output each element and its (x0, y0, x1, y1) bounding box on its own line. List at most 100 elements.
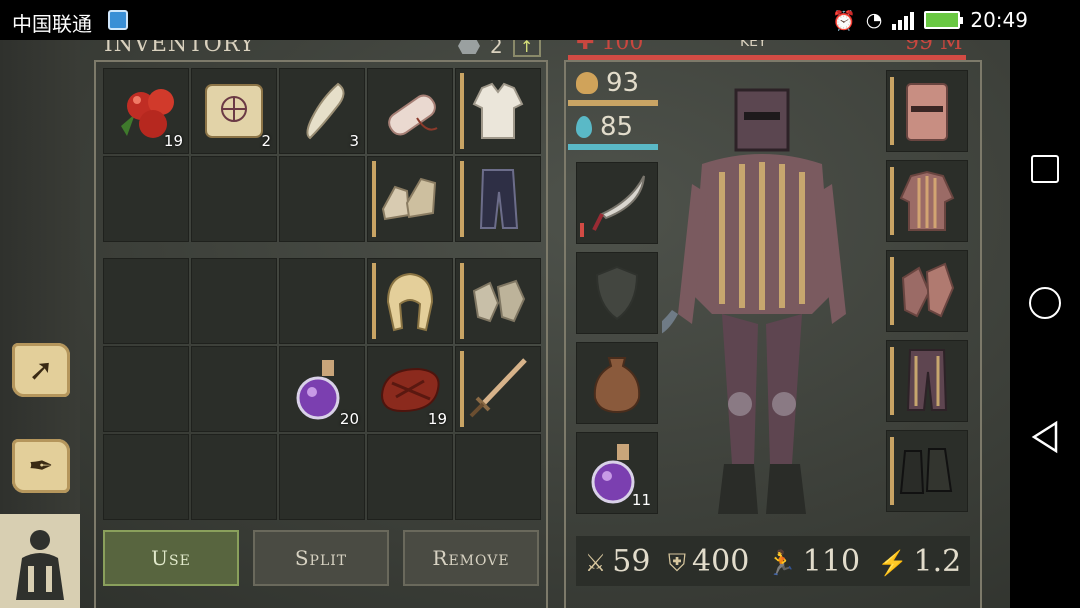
great-helm-icon (906, 83, 948, 141)
knight-character (662, 88, 846, 514)
gem-count: 2 (490, 40, 503, 58)
inventory-grid-top: 19 2 3 (103, 68, 541, 242)
inventory-title: INVENTORY (104, 40, 256, 57)
alarm-icon: ⏰ (832, 9, 856, 32)
item-quantity: 2 (261, 132, 271, 150)
slot-empty[interactable] (279, 434, 365, 520)
remove-button[interactable]: Remove (403, 530, 539, 586)
back-button[interactable] (1028, 420, 1062, 454)
body-armor-slot[interactable] (886, 160, 968, 242)
attack-stat: ⚔ 59 (584, 543, 651, 579)
chainmail-icon (899, 170, 955, 231)
signal-icon (892, 10, 915, 30)
flag-icon: ↑ (512, 40, 541, 57)
horn-icon (306, 82, 345, 140)
durability-bar (890, 437, 894, 505)
map-button[interactable]: ➚ (6, 338, 76, 402)
character-silhouette-icon (16, 530, 64, 600)
durability-bar (372, 161, 376, 237)
side-menu: ➚ ✒ (0, 40, 80, 608)
leather-boots-icon (899, 448, 953, 494)
food-value: 93 (606, 68, 640, 98)
game-screen: ➚ ✒ INVENTORY 2 ↑ 19 2 3 20 19 Use Split… (0, 40, 1010, 608)
durability-bar (460, 351, 464, 427)
boots-slot[interactable] (886, 430, 968, 512)
defense-stat: ⛨ 400 (668, 543, 750, 579)
scimitar-icon (592, 175, 645, 231)
system-status-bar: 中国联通 ⏰ ◔ 20:49 (0, 0, 1080, 40)
durability-bar (890, 257, 894, 325)
bag-slot[interactable] (576, 342, 658, 424)
slot-gloves[interactable] (455, 258, 541, 344)
home-button[interactable] (1028, 286, 1062, 320)
slot-empty[interactable] (103, 346, 189, 432)
item-quantity: 20 (339, 410, 359, 428)
slot-steak[interactable]: 19 (367, 346, 453, 432)
slot-treasure-map[interactable]: 2 (191, 68, 277, 154)
clock: 20:49 (970, 8, 1028, 32)
quests-button[interactable]: ✒ (6, 434, 76, 498)
durability-bar (460, 73, 464, 149)
inventory-tab-button[interactable] (0, 514, 80, 608)
slot-empty[interactable] (191, 434, 277, 520)
slot-empty[interactable] (191, 258, 277, 344)
slot-empty[interactable] (367, 434, 453, 520)
bandage-roll-icon (388, 94, 438, 136)
use-button[interactable]: Use (103, 530, 239, 586)
slot-leather-hood[interactable] (367, 258, 453, 344)
durability-bar (580, 223, 584, 237)
shirt-icon (472, 82, 524, 139)
quill-scroll-icon: ✒ (12, 439, 70, 493)
health-icon: ✚ (576, 40, 595, 55)
pants-icon (479, 169, 519, 229)
slot-empty[interactable] (279, 258, 365, 344)
boots-icon (381, 177, 437, 221)
slot-bandage[interactable] (367, 68, 453, 154)
health-value: ✚ 100 (576, 40, 643, 55)
sword-icon (469, 358, 527, 418)
weapon-slot[interactable] (576, 162, 658, 244)
split-button[interactable]: Split (253, 530, 389, 586)
gloves-slot[interactable] (886, 250, 968, 332)
slot-empty[interactable] (455, 434, 541, 520)
slot-potion[interactable]: 20 (279, 346, 365, 432)
slot-empty[interactable] (191, 346, 277, 432)
attack-speed-stat: ⚡ 1.2 (877, 543, 962, 579)
slot-boots[interactable] (367, 156, 453, 242)
sword-stat-icon: ⚔ (584, 548, 607, 577)
slot-empty[interactable] (103, 156, 189, 242)
quick-item-slot[interactable]: 11 (576, 432, 658, 514)
shield-icon (595, 265, 639, 321)
running-man-icon: 🏃 (766, 548, 797, 577)
leggings-slot[interactable] (886, 340, 968, 422)
money-value: 99 M (905, 40, 963, 55)
square-icon (1031, 155, 1059, 183)
gallery-notification-icon (108, 10, 128, 30)
shield-slot[interactable] (576, 252, 658, 334)
slot-berries[interactable]: 19 (103, 68, 189, 154)
durability-bar (890, 77, 894, 145)
water-drop-icon (576, 116, 592, 138)
slot-shirt[interactable] (455, 68, 541, 154)
recents-button[interactable] (1028, 152, 1062, 186)
slot-empty[interactable] (103, 258, 189, 344)
durability-bar (890, 167, 894, 235)
durability-bar (460, 161, 464, 237)
water-stat: 85 (576, 112, 633, 142)
slot-pants[interactable] (455, 156, 541, 242)
slot-empty[interactable] (103, 434, 189, 520)
slot-horn[interactable]: 3 (279, 68, 365, 154)
pouch-icon (593, 357, 641, 414)
speed-stat: 🏃 110 (766, 543, 861, 579)
android-nav-bar (1010, 40, 1080, 608)
slot-empty[interactable] (191, 156, 277, 242)
battery-icon (924, 11, 964, 29)
slot-sword[interactable] (455, 346, 541, 432)
food-stat: 93 (576, 68, 639, 98)
helmet-slot[interactable] (886, 70, 968, 152)
circle-icon (1029, 287, 1061, 319)
item-quantity: 19 (427, 410, 447, 428)
inventory-grid-bottom: 20 19 (103, 258, 541, 520)
slot-empty[interactable] (279, 156, 365, 242)
leather-hood-icon (386, 272, 434, 332)
